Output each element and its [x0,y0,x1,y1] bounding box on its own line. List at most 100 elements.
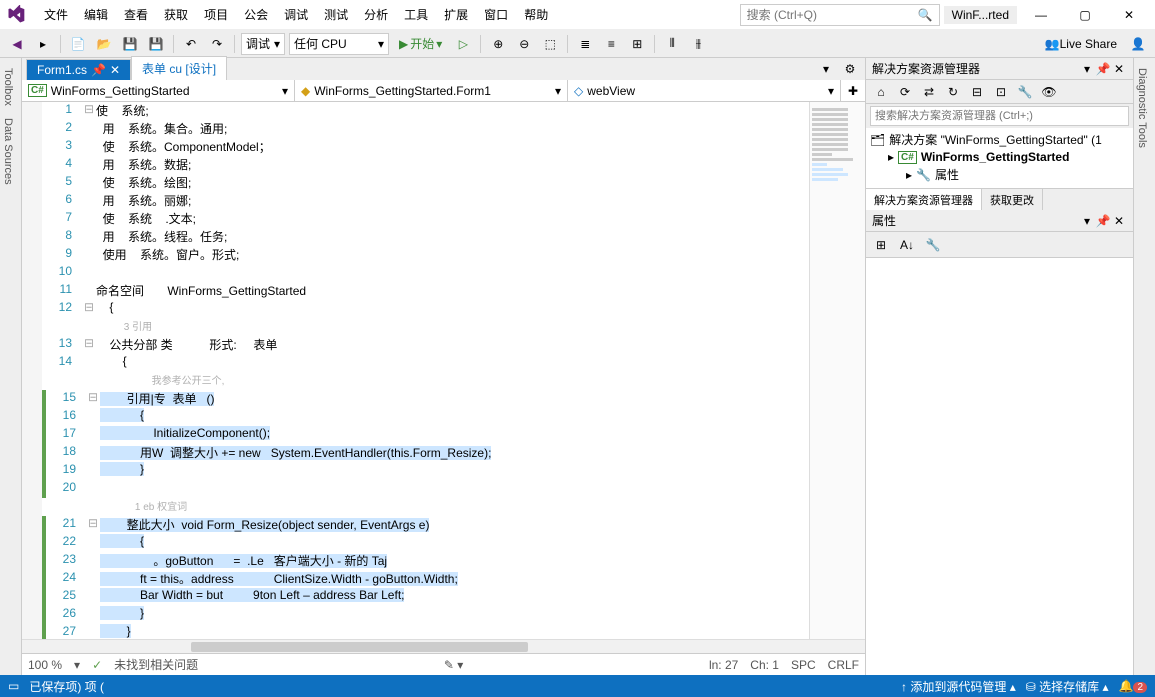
code-editor[interactable]: 1⊟使 系统;2 用 系统。集合。通用;3 使 系统。ComponentMode… [42,102,809,639]
zoom-combo[interactable]: 100 % [28,658,62,672]
nav-project[interactable]: C#WinForms_GettingStarted▾ [22,80,295,101]
menu-window[interactable]: 窗口 [476,2,516,27]
horizontal-scrollbar[interactable] [22,639,865,653]
split-view-button[interactable]: ✚ [841,80,865,101]
no-issues[interactable]: 未找到相关问题 [114,656,198,673]
tb-dist-1[interactable]: ⫴ [661,33,683,55]
properties-grid[interactable] [866,258,1133,675]
preview-icon[interactable]: 👁 [1038,81,1060,103]
editor-column: Form1.cs 📌 ✕ 表单 cu [设计] ▾ ⚙ C#WinForms_G… [22,58,865,675]
sync-icon[interactable]: ⇄ [918,81,940,103]
pin-icon[interactable]: 📌 [91,63,106,77]
margin [22,102,42,639]
select-repo[interactable]: ⛁ 选择存储库 ▴ [1026,678,1109,695]
nav-class[interactable]: ◆WinForms_GettingStarted.Form1▾ [295,80,568,101]
sort-icon[interactable]: A↓ [896,234,918,256]
menu-build[interactable]: 公会 [236,2,276,27]
menu-file[interactable]: 文件 [36,2,76,27]
tree-project[interactable]: ▸C#WinForms_GettingStarted [870,149,1129,165]
close-tab-icon[interactable]: ✕ [110,63,120,77]
menu-edit[interactable]: 编辑 [76,2,116,27]
tb-align-3[interactable]: ⊞ [626,33,648,55]
doc-tab-designer[interactable]: 表单 cu [设计] [131,56,227,80]
solution-search-input[interactable] [870,106,1129,126]
tree-properties[interactable]: ▸🔧属性 [870,165,1129,184]
left-sidebar: Toolbox Data Sources [0,58,22,675]
issues-icon: ✓ [92,658,102,672]
start-button[interactable]: ▶ 开始 ▾ [393,33,448,55]
search-icon[interactable]: 🔍 [918,8,933,22]
toolbox-tab[interactable]: Toolbox [0,62,16,112]
solution-tree[interactable]: 🗂解决方案 "WinForms_GettingStarted" (1 ▸C#Wi… [866,128,1133,188]
panel-close-icon[interactable]: ✕ [1111,61,1127,77]
home-icon[interactable]: ⌂ [870,81,892,103]
categorize-icon[interactable]: ⊞ [870,234,892,256]
refresh-icon[interactable]: ↻ [942,81,964,103]
collapse-icon[interactable]: ⊟ [966,81,988,103]
pin-icon[interactable]: 📌 [1095,61,1111,77]
liveshare-button[interactable]: 👥 Live Share [1039,33,1123,55]
solution-name: WinF...rted [944,6,1017,24]
solution-icon: 🗂 [870,133,885,147]
account-button[interactable]: 👤 [1127,33,1149,55]
doc-dropdown-icon[interactable]: ▾ [815,58,837,80]
save-all-button[interactable]: 💾 [145,33,167,55]
panel-close-icon[interactable]: ✕ [1111,213,1127,229]
gear-icon[interactable]: ⚙ [839,58,861,80]
undo-button[interactable]: ↶ [180,33,202,55]
nav-member[interactable]: ◇webView▾ [568,80,841,101]
document-tabs: Form1.cs 📌 ✕ 表单 cu [设计] ▾ ⚙ [22,58,865,80]
open-button[interactable]: 📂 [93,33,115,55]
close-button[interactable]: ✕ [1109,3,1149,27]
show-all-icon[interactable]: ⊡ [990,81,1012,103]
tree-solution[interactable]: 🗂解决方案 "WinForms_GettingStarted" (1 [870,130,1129,149]
menu-tools[interactable]: 工具 [396,2,436,27]
cs-icon: C# [28,84,47,97]
maximize-button[interactable]: ▢ [1065,3,1105,27]
add-to-source-control[interactable]: ↑ 添加到源代码管理 ▴ [901,678,1016,695]
tb-align-2[interactable]: ≡ [600,33,622,55]
menu-project[interactable]: 项目 [196,2,236,27]
platform-combo[interactable]: 任何 CPU ▾ [289,33,389,55]
data-sources-tab[interactable]: Data Sources [0,112,16,191]
tb-dist-2[interactable]: ⫵ [687,33,709,55]
tb-icon-3[interactable]: ⬚ [539,33,561,55]
panel-dropdown-icon[interactable]: ▾ [1079,213,1095,229]
switch-view-icon[interactable]: ⟳ [894,81,916,103]
tb-icon-1[interactable]: ⊕ [487,33,509,55]
save-button[interactable]: 💾 [119,33,141,55]
doc-tab-form1cs[interactable]: Form1.cs 📌 ✕ [26,59,131,80]
pencil-icon[interactable]: ✎ ▾ [444,658,463,672]
menu-view[interactable]: 查看 [116,2,156,27]
menu-extensions[interactable]: 扩展 [436,2,476,27]
minimap[interactable] [809,102,865,639]
titlebar: 文件 编辑 查看 获取 项目 公会 调试 测试 分析 工具 扩展 窗口 帮助 🔍… [0,0,1155,30]
tab-git-changes[interactable]: 获取更改 [982,189,1043,210]
wrench-icon[interactable]: 🔧 [922,234,944,256]
menu-analyze[interactable]: 分析 [356,2,396,27]
menu-test[interactable]: 测试 [316,2,356,27]
start-no-debug-button[interactable]: ▷ [452,33,474,55]
tb-align-1[interactable]: ≣ [574,33,596,55]
redo-button[interactable]: ↷ [206,33,228,55]
search-input[interactable] [747,8,918,22]
menu-debug[interactable]: 调试 [276,2,316,27]
pin-icon[interactable]: 📌 [1095,213,1111,229]
new-button[interactable]: 📄 [67,33,89,55]
menu-help[interactable]: 帮助 [516,2,556,27]
solution-tabs: 解决方案资源管理器 获取更改 [866,188,1133,210]
diagnostic-tools-tab[interactable]: Diagnostic Tools [1134,62,1150,154]
menu-git[interactable]: 获取 [156,2,196,27]
vs-logo-icon [6,5,26,25]
eol-mode: CRLF [828,658,859,672]
forward-button[interactable]: ▸ [32,33,54,55]
panel-dropdown-icon[interactable]: ▾ [1079,61,1095,77]
config-combo[interactable]: 调试 ▾ [241,33,285,55]
properties-icon[interactable]: 🔧 [1014,81,1036,103]
minimize-button[interactable]: — [1021,3,1061,27]
tb-icon-2[interactable]: ⊖ [513,33,535,55]
search-box[interactable]: 🔍 [740,4,940,26]
tab-solution-explorer[interactable]: 解决方案资源管理器 [866,189,982,210]
back-button[interactable]: ◀ [6,33,28,55]
notifications[interactable]: 🔔2 [1118,679,1147,693]
